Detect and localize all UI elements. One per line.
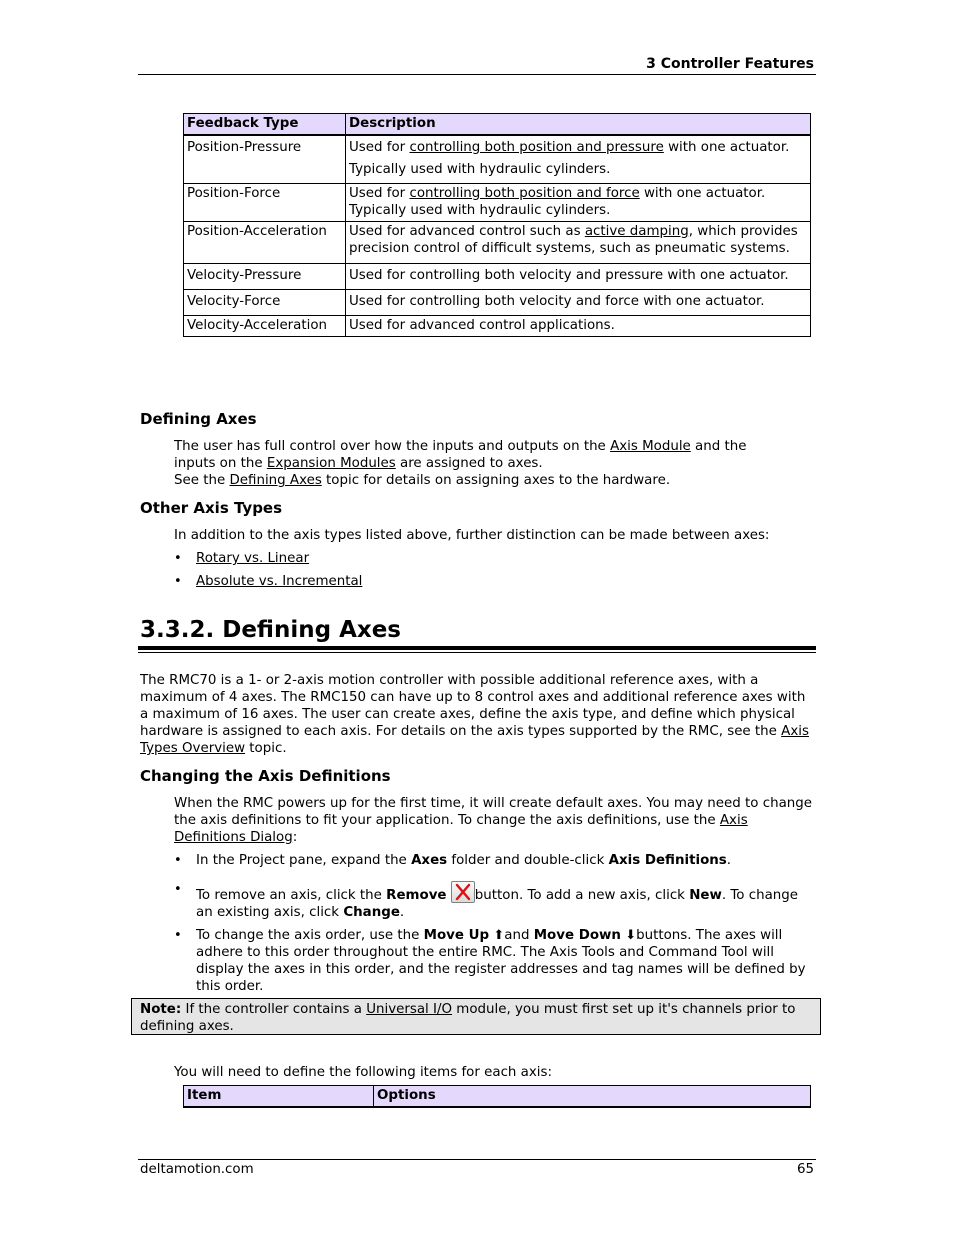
text: See the [174, 473, 230, 488]
table-header-row: Feedback Type Description [183, 113, 811, 136]
feedback-type-table: Feedback Type Description Position-Press… [183, 113, 811, 337]
page-number: 65 [796, 1162, 814, 1177]
bold-remove: Remove [386, 888, 447, 903]
description-cell: Used for advanced control applications. [345, 315, 811, 337]
bold-new: New [689, 888, 722, 903]
link-defining-axes[interactable]: Defining Axes [229, 473, 321, 488]
text: . [726, 853, 732, 868]
link-expansion-modules[interactable]: Expansion Modules [267, 456, 396, 471]
text: and [504, 928, 534, 943]
list-item: To remove an axis, click the Remove butt… [174, 881, 816, 921]
section-title: 3.3.2. Defining Axes [140, 617, 401, 643]
link-position-pressure[interactable]: controlling both position and pressure [409, 140, 663, 155]
link-absolute-vs-incremental[interactable]: Absolute vs. Incremental [196, 574, 362, 589]
remove-x-icon [450, 881, 475, 903]
column-header-item: Item [183, 1085, 374, 1108]
other-axis-types-intro: In addition to the axis types listed abo… [174, 528, 770, 543]
link-position-force[interactable]: controlling both position and force [409, 186, 639, 201]
link-universal-io[interactable]: Universal I/O [366, 1002, 452, 1017]
section-rule-thin [138, 652, 816, 653]
text: . [399, 905, 405, 920]
chapter-header: 3 Controller Features [646, 56, 814, 72]
bold-axis-definitions: Axis Definitions [608, 853, 727, 868]
feedback-type-cell: Position-Pressure [183, 134, 346, 184]
bold-move-up: Move Up [423, 928, 490, 943]
list-item: Rotary vs. Linear [174, 550, 362, 567]
feedback-type-cell: Position-Acceleration [183, 221, 346, 264]
column-header-feedback-type: Feedback Type [183, 113, 346, 136]
bold-move-down: Move Down [533, 928, 621, 943]
text: To change the axis order, use the [196, 928, 424, 943]
description-cell: Used for controlling both position and p… [345, 134, 811, 184]
feedback-type-cell: Velocity-Acceleration [183, 315, 346, 337]
text: folder and double-click [447, 853, 609, 868]
note-label: Note: [140, 1002, 182, 1017]
changing-paragraph: When the RMC powers up for the first tim… [174, 795, 819, 846]
text: button. To add a new axis, click [474, 888, 690, 903]
column-header-options: Options [373, 1085, 811, 1108]
link-axis-module[interactable]: Axis Module [610, 439, 691, 454]
table-row: Position-Force Used for controlling both… [183, 183, 811, 222]
list-item: In the Project pane, expand the Axes fol… [174, 852, 816, 869]
text: Used for [349, 140, 410, 155]
text: In the Project pane, expand the [196, 853, 412, 868]
table-row: Velocity-Force Used for controlling both… [183, 289, 811, 316]
bold-change: Change [343, 905, 400, 920]
feedback-type-cell: Velocity-Force [183, 289, 346, 316]
table-row: Velocity-Pressure Used for controlling b… [183, 263, 811, 290]
bold-axes: Axes [411, 853, 448, 868]
table-header-row: Item Options [183, 1085, 811, 1108]
header-rule [138, 74, 816, 75]
section-intro-paragraph: The RMC70 is a 1- or 2-axis motion contr… [140, 672, 816, 757]
table-row: Position-Pressure Used for controlling b… [183, 134, 811, 184]
items-intro: You will need to define the following it… [174, 1065, 553, 1080]
table-row: Position-Acceleration Used for advanced … [183, 221, 811, 264]
feedback-type-cell: Position-Force [183, 183, 346, 222]
table-row: Velocity-Acceleration Used for advanced … [183, 315, 811, 337]
section-rule-thick [138, 646, 816, 650]
description-cell: Used for controlling both position and f… [345, 183, 811, 222]
arrow-down-icon: ⬇ [625, 928, 637, 943]
text: Used for [349, 186, 410, 201]
description-cell: Used for controlling both velocity and f… [345, 289, 811, 316]
text: The user has full control over how the i… [174, 439, 611, 454]
list-item: Absolute vs. Incremental [174, 573, 362, 590]
note-box: Note: If the controller contains a Unive… [131, 998, 821, 1035]
footer-rule [138, 1159, 816, 1160]
defining-axes-paragraph: The user has full control over how the i… [174, 438, 824, 489]
text: The RMC70 is a 1- or 2-axis motion contr… [140, 673, 806, 739]
changing-steps-list: In the Project pane, expand the Axes fol… [174, 852, 816, 995]
column-header-description: Description [345, 113, 811, 136]
text: To remove an axis, click the [196, 888, 387, 903]
feedback-type-cell: Velocity-Pressure [183, 263, 346, 290]
link-active-damping[interactable]: active damping [585, 224, 689, 239]
text: If the controller contains a [181, 1002, 367, 1017]
text: : [292, 830, 298, 845]
subheading-changing-axis-definitions: Changing the Axis Definitions [140, 767, 391, 785]
arrow-up-icon: ⬆ [493, 928, 505, 943]
text: and the [690, 439, 747, 454]
subheading-defining-axes: Defining Axes [140, 410, 257, 428]
footer-site: deltamotion.com [140, 1162, 254, 1177]
text: When the RMC powers up for the first tim… [174, 796, 813, 828]
text: topic for details on assigning axes to t… [321, 473, 671, 488]
text: topic. [245, 741, 287, 756]
axis-types-list: Rotary vs. Linear Absolute vs. Increment… [174, 550, 362, 590]
list-item: To change the axis order, use the Move U… [174, 927, 816, 995]
link-rotary-vs-linear[interactable]: Rotary vs. Linear [196, 551, 309, 566]
axis-items-table: Item Options [183, 1085, 811, 1108]
text: inputs on the [174, 456, 267, 471]
text: Used for advanced control such as [349, 224, 585, 239]
description-cell: Used for controlling both velocity and p… [345, 263, 811, 290]
description-cell: Used for advanced control such as active… [345, 221, 811, 264]
subheading-other-axis-types: Other Axis Types [140, 499, 283, 517]
text: are assigned to axes. [395, 456, 543, 471]
